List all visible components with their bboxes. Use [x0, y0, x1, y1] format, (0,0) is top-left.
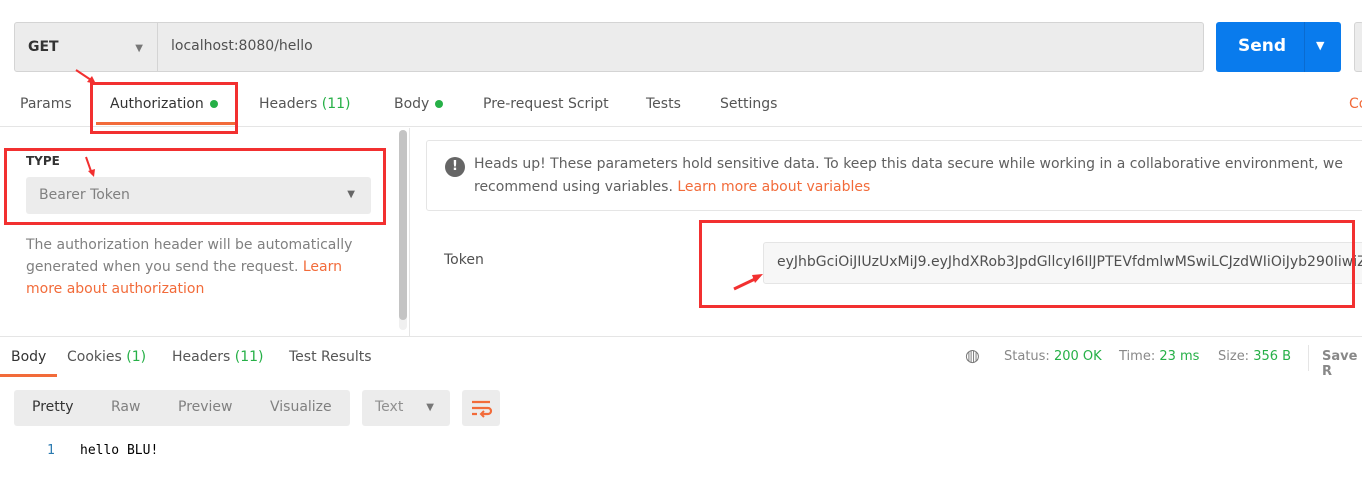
response-content: hello BLU! [80, 443, 159, 458]
chevron-down-icon: ▼ [135, 43, 143, 54]
tab-tests[interactable]: Tests [646, 96, 681, 112]
wrap-icon [472, 400, 493, 418]
save-button[interactable] [1354, 22, 1362, 72]
tab-params[interactable]: Params [20, 96, 72, 112]
active-tab-indicator [0, 374, 57, 377]
wrap-lines-button[interactable] [462, 390, 500, 426]
tab-headers[interactable]: Headers (11) [259, 96, 350, 112]
tab-response-headers[interactable]: Headers (11) [172, 349, 263, 365]
tab-response-body[interactable]: Body [11, 349, 46, 365]
cookies-link[interactable]: Co [1349, 96, 1362, 112]
line-number: 1 [47, 443, 55, 458]
mode-pretty[interactable]: Pretty [32, 399, 74, 415]
tab-test-results[interactable]: Test Results [289, 349, 372, 365]
learn-more-variables-link[interactable]: Learn more about variables [677, 179, 870, 195]
status-dot [435, 100, 444, 108]
warning-icon: ! [445, 157, 465, 177]
tab-body[interactable]: Body [394, 96, 444, 112]
format-select[interactable]: Text ▼ [362, 390, 450, 426]
mode-raw[interactable]: Raw [111, 399, 140, 415]
annotation-box [699, 220, 1355, 308]
size-info: Size: 356 B [1218, 349, 1292, 364]
chevron-down-icon[interactable]: ▼ [1316, 39, 1324, 52]
url-input[interactable]: localhost:8080/hello [171, 38, 313, 54]
tab-settings[interactable]: Settings [720, 96, 777, 112]
chevron-down-icon: ▼ [426, 402, 434, 413]
send-button[interactable]: Send ▼ [1216, 22, 1341, 72]
save-response-button[interactable]: Save R [1322, 349, 1362, 379]
time-info: Time: 23 ms [1119, 349, 1200, 364]
mode-preview[interactable]: Preview [178, 399, 233, 415]
annotation-box [90, 82, 238, 134]
globe-icon[interactable]: ◍ [965, 346, 980, 366]
view-mode-group: Pretty Raw Preview Visualize [14, 390, 350, 426]
tab-pre-request-script[interactable]: Pre-request Script [483, 96, 609, 112]
method-select[interactable]: GET ▼ [15, 23, 158, 71]
response-tabs: Body Cookies (1) Headers (11) Test Resul… [0, 336, 1362, 379]
scrollbar[interactable] [399, 130, 407, 330]
mode-visualize[interactable]: Visualize [270, 399, 332, 415]
auth-help-text: The authorization header will be automat… [26, 237, 353, 297]
url-bar: GET ▼ localhost:8080/hello [14, 22, 1204, 72]
tab-response-cookies[interactable]: Cookies (1) [67, 349, 146, 365]
token-label: Token [444, 252, 484, 268]
status-info: Status: 200 OK [1004, 349, 1102, 364]
annotation-box [4, 148, 386, 225]
sensitive-data-notice: ! Heads up! These parameters hold sensit… [426, 140, 1362, 211]
